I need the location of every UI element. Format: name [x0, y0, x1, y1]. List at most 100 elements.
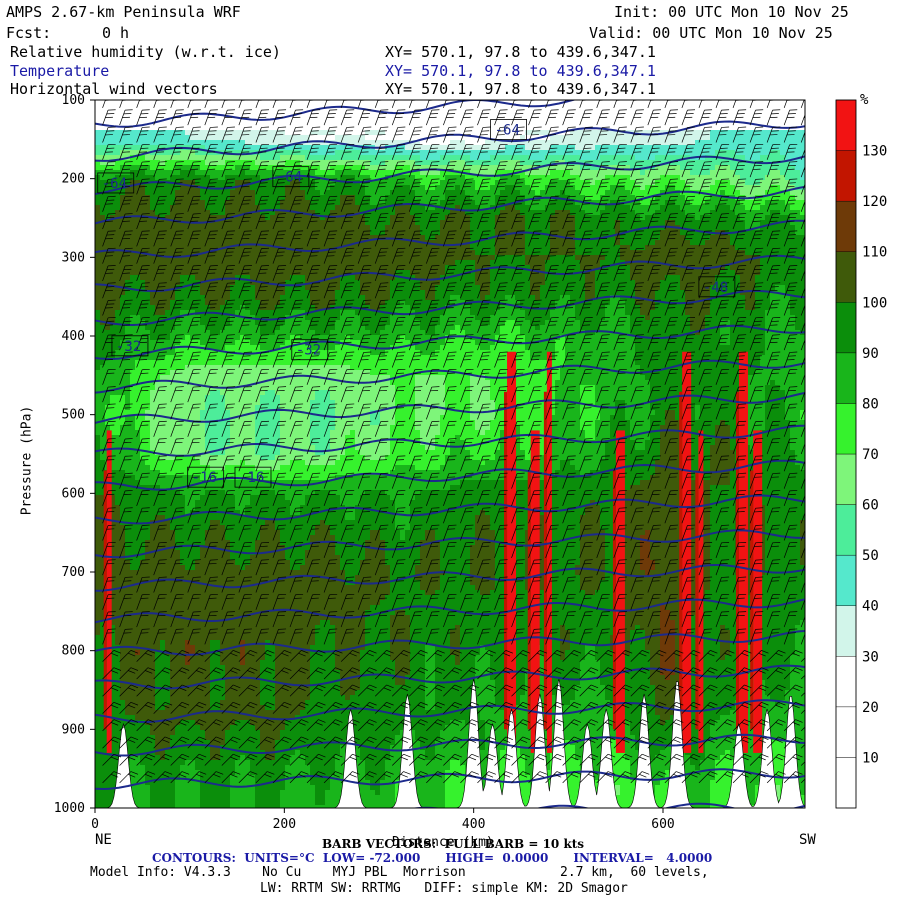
rh-cell — [420, 245, 426, 251]
rh-cell — [95, 140, 101, 146]
rh-cell — [565, 120, 571, 126]
rh-cell — [220, 250, 226, 256]
rh-cell — [165, 205, 171, 211]
rh-cell — [315, 120, 321, 126]
rh-cell — [525, 245, 531, 251]
rh-cell — [310, 240, 316, 246]
rh-cell — [155, 105, 161, 111]
rh-cell — [365, 175, 371, 181]
rh-cell — [715, 125, 721, 131]
rh-cell — [735, 105, 741, 111]
rh-cell — [185, 270, 191, 276]
rh-cell — [335, 155, 341, 161]
rh-cell — [600, 100, 606, 106]
rh-cell — [330, 145, 336, 151]
rh-cell — [190, 225, 196, 231]
rh-cell — [440, 150, 446, 156]
rh-cell — [585, 150, 591, 156]
rh-cell — [265, 195, 271, 201]
rh-cell — [450, 210, 456, 216]
rh-cell — [555, 135, 561, 141]
rh-cell — [160, 135, 166, 141]
rh-cell — [560, 200, 566, 206]
rh-cell — [445, 175, 451, 181]
rh-cell — [725, 175, 731, 181]
rh-cell — [775, 260, 781, 266]
rh-cell — [465, 260, 471, 266]
rh-cell — [485, 110, 491, 116]
rh-cell — [575, 150, 581, 156]
rh-cell — [350, 235, 356, 241]
rh-cell — [660, 180, 666, 186]
rh-cell — [255, 225, 261, 231]
rh-cell — [330, 155, 336, 161]
rh-cell — [690, 120, 696, 126]
rh-cell — [535, 190, 541, 196]
rh-cell — [560, 265, 566, 271]
rh-cell — [635, 135, 641, 141]
rh-cell — [505, 220, 511, 226]
rh-cell — [125, 245, 131, 251]
rh-cell — [345, 200, 351, 206]
rh-cell — [115, 220, 121, 226]
rh-cell — [355, 165, 361, 171]
rh-cell — [645, 175, 651, 181]
rh-cell — [600, 160, 606, 166]
rh-cell — [505, 110, 511, 116]
rh-cell — [175, 190, 181, 196]
rh-cell — [295, 200, 301, 206]
rh-cell — [285, 150, 291, 156]
rh-cell — [530, 245, 536, 251]
rh-cell — [755, 210, 761, 216]
rh-cell — [550, 250, 556, 256]
rh-cell — [510, 160, 516, 166]
rh-cell — [335, 205, 341, 211]
rh-cell — [360, 190, 366, 196]
rh-cell — [365, 120, 371, 126]
rh-cell — [760, 270, 766, 276]
rh-cell — [440, 230, 446, 236]
rh-cell — [415, 235, 421, 241]
rh-cell — [440, 145, 446, 151]
rh-cell — [605, 135, 611, 141]
rh-cell — [305, 125, 311, 131]
rh-cell — [400, 245, 406, 251]
rh-cell — [135, 265, 141, 271]
rh-cell — [180, 245, 186, 251]
rh-cell — [520, 160, 526, 166]
rh-cell — [555, 125, 561, 131]
rh-cell — [225, 220, 231, 226]
rh-cell — [570, 240, 576, 246]
rh-cell — [545, 125, 551, 131]
rh-cell — [335, 175, 341, 181]
rh-cell — [175, 185, 181, 191]
rh-cell — [400, 205, 406, 211]
rh-cell — [670, 250, 676, 256]
rh-cell — [395, 105, 401, 111]
rh-cell — [700, 160, 706, 166]
rh-cell — [530, 210, 536, 216]
rh-cell — [540, 245, 546, 251]
rh-cell — [540, 235, 546, 241]
rh-cell — [730, 160, 736, 166]
rh-cell — [705, 200, 711, 206]
rh-cell — [185, 195, 191, 201]
rh-cell — [575, 170, 581, 176]
rh-cell — [335, 115, 341, 121]
rh-cell — [180, 240, 186, 246]
rh-cell — [365, 205, 371, 211]
rh-cell — [455, 195, 461, 201]
rh-cell — [265, 235, 271, 241]
rh-cell — [280, 260, 286, 266]
rh-cell — [165, 225, 171, 231]
rh-cell — [750, 245, 756, 251]
rh-cell — [300, 240, 306, 246]
rh-cell — [120, 105, 126, 111]
rh-cell — [570, 205, 576, 211]
rh-cell — [540, 115, 546, 121]
rh-cell — [310, 155, 316, 161]
rh-cell — [145, 135, 151, 141]
rh-cell — [180, 100, 186, 106]
rh-cell — [245, 145, 251, 151]
rh-cell — [520, 175, 526, 181]
